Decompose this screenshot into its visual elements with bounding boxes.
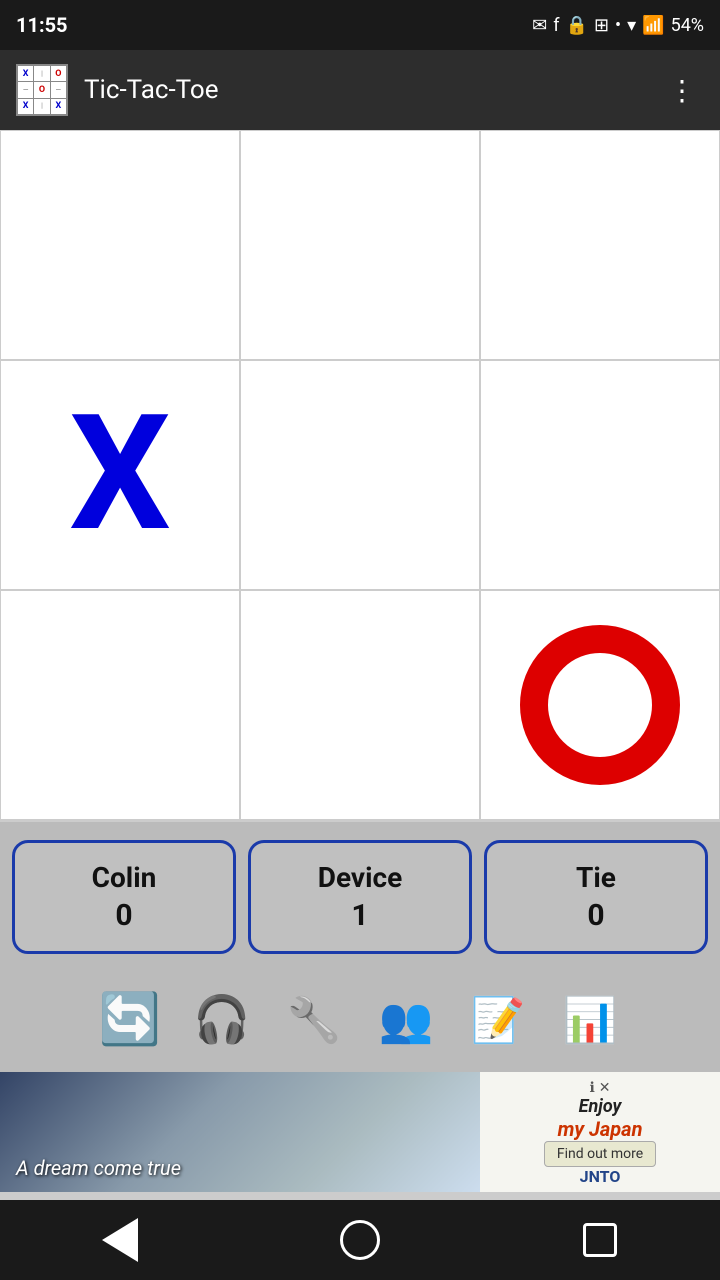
battery-icon: 54% (671, 15, 704, 36)
home-icon (340, 1220, 380, 1260)
cell-8[interactable] (480, 590, 720, 820)
tie-label: Tie (576, 861, 616, 894)
settings-icon[interactable]: 🔧 (278, 984, 350, 1056)
ad-org-text: JNTO (580, 1167, 621, 1186)
nav-recents-button[interactable] (570, 1210, 630, 1270)
back-icon (102, 1218, 138, 1262)
app-icon-cell: O (51, 66, 66, 81)
status-time: 11:55 (16, 13, 68, 37)
player1-score: 0 (115, 898, 132, 933)
app-icon-cell: | (34, 66, 49, 81)
nav-home-button[interactable] (330, 1210, 390, 1270)
lock-icon: 🔒 (566, 15, 588, 36)
tie-score: 0 (587, 898, 604, 933)
cell-7[interactable] (240, 590, 480, 820)
x-mark: X (69, 395, 171, 555)
ad-find-more-button[interactable]: Find out more (544, 1141, 656, 1167)
app-title: Tic-Tac-Toe (84, 75, 660, 105)
chart-icon[interactable]: 📊 (554, 984, 626, 1056)
cast-icon: ⊞ (594, 15, 609, 36)
cell-5[interactable] (480, 360, 720, 590)
app-icon-cell: X (18, 99, 33, 114)
ad-image-text: A dream come true (16, 1156, 181, 1180)
game-board: X (0, 130, 720, 822)
o-mark (520, 625, 680, 785)
player2-score-box: Device 1 (248, 840, 472, 954)
app-icon: X | O — O — X | X (16, 64, 68, 116)
cell-2[interactable] (480, 130, 720, 360)
status-bar: 11:55 ✉ f 🔒 ⊞ • ▾ 📶 54% (0, 0, 720, 50)
wifi-icon: ▾ (627, 15, 636, 36)
ad-side: ℹ ✕ Enjoy my Japan Find out more JNTO (480, 1072, 720, 1192)
cell-6[interactable] (0, 590, 240, 820)
scoreboard: Colin 0 Device 1 Tie 0 (0, 822, 720, 972)
refresh-icon[interactable]: 🔄 (94, 984, 166, 1056)
menu-button[interactable]: ⋮ (660, 66, 704, 115)
cell-3[interactable]: X (0, 360, 240, 590)
facebook-icon: f (553, 15, 559, 36)
toolbar: 🔄 🎧 🔧 👥 📝 📊 (0, 972, 720, 1072)
status-icons: ✉ f 🔒 ⊞ • ▾ 📶 54% (532, 15, 704, 36)
ad-image: A dream come true (0, 1072, 480, 1192)
cell-1[interactable] (240, 130, 480, 360)
app-icon-cell: — (51, 82, 66, 97)
app-icon-cell: O (34, 82, 49, 97)
ad-banner[interactable]: A dream come true ℹ ✕ Enjoy my Japan Fin… (0, 1072, 720, 1192)
ad-close-icon[interactable]: ✕ (599, 1080, 611, 1096)
player1-label: Colin (92, 861, 157, 894)
app-icon-cell: — (18, 82, 33, 97)
nav-back-button[interactable] (90, 1210, 150, 1270)
mail-edit-icon[interactable]: 📝 (462, 984, 534, 1056)
cell-4[interactable] (240, 360, 480, 590)
cell-0[interactable] (0, 130, 240, 360)
recents-icon (583, 1223, 617, 1257)
ad-info-icon: ℹ (589, 1080, 594, 1096)
app-icon-cell: | (34, 99, 49, 114)
ad-brand-text: my Japan (558, 1117, 643, 1141)
tie-score-box: Tie 0 (484, 840, 708, 954)
ad-enjoy-text: Enjoy (579, 1096, 622, 1117)
people-icon[interactable]: 👥 (370, 984, 442, 1056)
app-bar: X | O — O — X | X Tic-Tac-Toe ⋮ (0, 50, 720, 130)
player1-score-box: Colin 0 (12, 840, 236, 954)
nav-bar (0, 1200, 720, 1280)
gmail-icon: ✉ (532, 15, 547, 36)
app-icon-cell: X (18, 66, 33, 81)
app-icon-cell: X (51, 99, 66, 114)
player2-score: 1 (351, 898, 368, 933)
headset-icon[interactable]: 🎧 (186, 984, 258, 1056)
dot-icon: • (615, 15, 621, 36)
signal-icon: 📶 (642, 15, 664, 36)
player2-label: Device (318, 861, 402, 894)
